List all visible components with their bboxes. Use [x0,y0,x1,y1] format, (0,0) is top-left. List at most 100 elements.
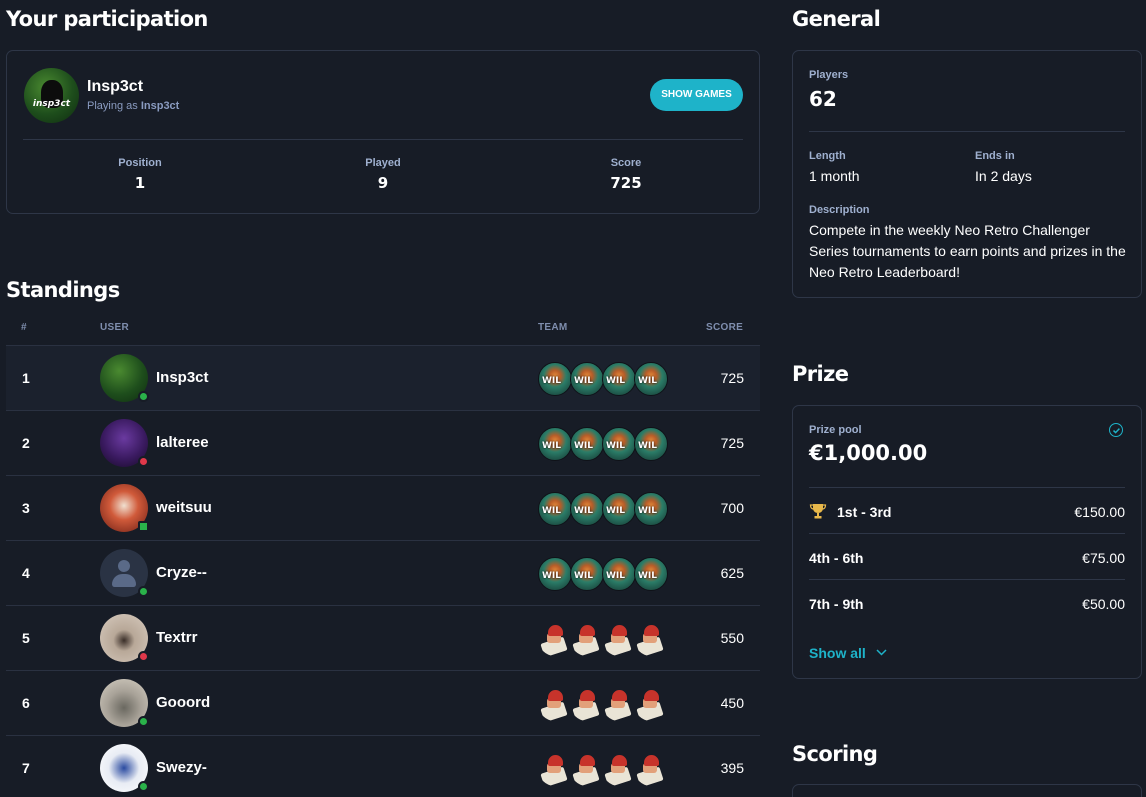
row-score: 395 [720,760,744,776]
stat-played-value: 9 [377,174,389,192]
team-member-avatar[interactable] [538,362,572,396]
team-member-avatar[interactable] [634,622,668,656]
col-header-team: TEAM [538,322,568,333]
stat-played: Played 9 [303,157,463,192]
row-score: 550 [720,630,744,646]
row-username[interactable]: Insp3ct [156,369,209,386]
prize-place: 1st - 3rd [837,504,892,520]
table-row[interactable]: 2 lalteree 725 [6,410,760,475]
team-member-avatar[interactable] [634,752,668,786]
ends-value: In 2 days [975,168,1032,184]
team-avatars[interactable] [538,687,673,721]
row-username[interactable]: Swezy- [156,759,207,776]
team-member-avatar[interactable] [538,427,572,461]
participation-card: insp3ct Insp3ct Playing as Insp3ct SHOW … [6,50,760,214]
status-dot-icon [138,391,149,402]
row-rank: 5 [22,630,30,646]
team-member-avatar[interactable] [602,362,636,396]
row-username[interactable]: Gooord [156,694,210,711]
table-row[interactable]: 1 Insp3ct 725 [6,345,760,410]
standings-title: Standings [6,278,120,302]
row-score: 450 [720,695,744,711]
stat-played-label: Played [365,157,401,169]
trophy-icon [809,502,827,520]
team-member-avatar[interactable] [570,687,604,721]
row-username[interactable]: Cryze-- [156,564,207,581]
prize-pool-value: €1,000.00 [809,441,928,465]
team-avatars[interactable] [538,492,673,526]
prize-place: 4th - 6th [809,550,864,566]
team-member-avatar[interactable] [602,427,636,461]
col-header-score: SCORE [706,322,744,333]
players-label: Players [809,69,849,81]
stat-position-label: Position [118,157,162,169]
team-member-avatar[interactable] [538,622,572,656]
team-member-avatar[interactable] [538,557,572,591]
team-member-avatar[interactable] [602,687,636,721]
table-row[interactable]: 6 Gooord 450 [6,670,760,735]
stat-score-label: Score [610,157,642,169]
show-all-button[interactable]: Show all [809,643,887,661]
team-member-avatar[interactable] [570,492,604,526]
table-row[interactable]: 7 Swezy- 395 [6,735,760,797]
avatar-logo-text: insp3ct [32,98,71,109]
team-member-avatar[interactable] [634,557,668,591]
row-rank: 3 [22,500,30,516]
team-avatars[interactable] [538,427,673,461]
user-avatar[interactable]: insp3ct [24,68,79,123]
team-member-avatar[interactable] [602,492,636,526]
stat-score: Score 725 [546,157,706,192]
row-rank: 6 [22,695,30,711]
team-member-avatar[interactable] [602,557,636,591]
stat-position-value: 1 [134,174,146,192]
team-member-avatar[interactable] [602,752,636,786]
team-member-avatar[interactable] [570,427,604,461]
team-member-avatar[interactable] [538,687,572,721]
row-score: 700 [720,500,744,516]
row-rank: 7 [22,760,30,776]
team-member-avatar[interactable] [570,752,604,786]
team-avatars[interactable] [538,752,673,786]
prize-row: 1st - 3rd €150.00 [809,488,1125,534]
table-row[interactable]: 4 Cryze-- 625 [6,540,760,605]
team-member-avatar[interactable] [602,622,636,656]
row-rank: 2 [22,435,30,451]
playing-as-name: Insp3ct [140,100,180,112]
stat-position: Position 1 [60,157,220,192]
scoring-card [792,784,1142,797]
team-member-avatar[interactable] [538,752,572,786]
team-avatars[interactable] [538,362,673,396]
participation-title: Your participation [6,7,208,31]
length-label: Length [809,150,846,162]
prize-amount: €75.00 [1082,550,1125,566]
playing-as-prefix: Playing as [87,100,138,112]
col-header-rank: # [21,322,27,333]
team-member-avatar[interactable] [634,687,668,721]
table-row[interactable]: 3 weitsuu 700 [6,475,760,540]
length-value: 1 month [809,168,860,184]
prize-pool-label: Prize pool [809,424,862,436]
scoring-title: Scoring [792,742,878,766]
prize-amount: €50.00 [1082,596,1125,612]
show-games-button[interactable]: SHOW GAMES [650,79,743,111]
team-member-avatar[interactable] [634,362,668,396]
row-username[interactable]: weitsuu [156,499,212,516]
team-member-avatar[interactable] [570,622,604,656]
team-member-avatar[interactable] [570,362,604,396]
row-username[interactable]: Textrr [156,629,197,646]
prize-card: Prize pool €1,000.00 1st - 3rd €150.00 4… [792,405,1142,679]
row-score: 725 [720,435,744,451]
playing-as-line: Playing as Insp3ct [87,100,179,112]
row-score: 625 [720,565,744,581]
team-member-avatar[interactable] [538,492,572,526]
row-username[interactable]: lalteree [156,434,209,451]
table-row[interactable]: 5 Textrr 550 [6,605,760,670]
team-avatars[interactable] [538,622,673,656]
description-value: Compete in the weekly Neo Retro Challeng… [809,222,1126,280]
status-dot-icon [138,456,149,467]
team-member-avatar[interactable] [634,427,668,461]
team-member-avatar[interactable] [634,492,668,526]
team-member-avatar[interactable] [570,557,604,591]
team-avatars[interactable] [538,557,673,591]
row-score: 725 [720,370,744,386]
